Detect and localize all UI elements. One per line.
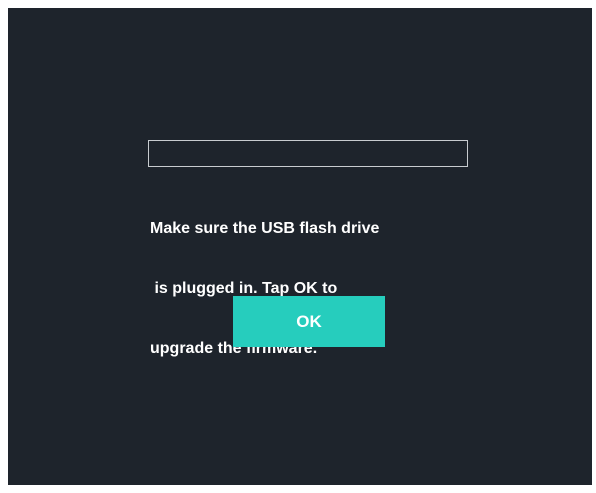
upgrade-progress-bar — [148, 140, 468, 167]
message-line: Make sure the USB flash drive — [150, 220, 380, 237]
ok-button[interactable]: OK — [233, 296, 385, 347]
firmware-upgrade-screen: Make sure the USB flash drive is plugged… — [8, 8, 592, 485]
upgrade-instructions: Make sure the USB flash drive is plugged… — [150, 179, 470, 399]
